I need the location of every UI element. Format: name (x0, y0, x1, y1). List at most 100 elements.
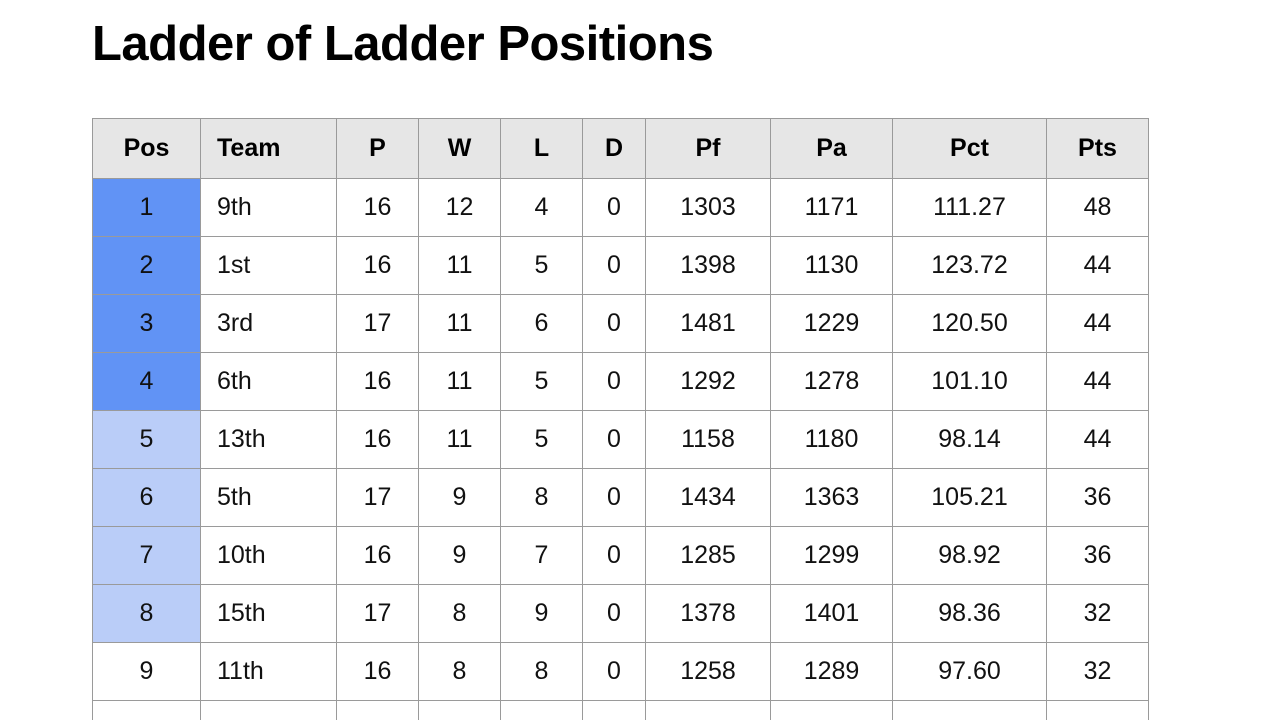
cell-l: 7 (500, 526, 583, 585)
cell-p: 16 (336, 236, 419, 295)
cell-w: 11 (418, 294, 501, 353)
cell-team: 9th (200, 178, 337, 237)
table-body: 1 9th 16 12 4 0 1303 1171 111.27 48 2 1st 16 11 5 0 1398… (92, 178, 1149, 720)
cell-d: 0 (582, 178, 646, 237)
cell-position: 1 (92, 178, 201, 237)
cell-d: 0 (582, 642, 646, 701)
cell-l: 4 (500, 178, 583, 237)
cell-w: 9 (418, 526, 501, 585)
cell-pts: 32 (1046, 584, 1149, 643)
cell-position: 6 (92, 468, 201, 527)
cell-team: 13th (200, 410, 337, 469)
cell-pf: 1481 (645, 294, 771, 353)
column-header-p[interactable]: P (336, 118, 419, 179)
cell-p: 17 (336, 468, 419, 527)
table-row[interactable]: 6 5th 17 9 8 0 1434 1363 105.21 36 (92, 468, 1149, 527)
cell-d (582, 700, 646, 720)
cell-pts: 32 (1046, 642, 1149, 701)
column-header-l[interactable]: L (500, 118, 583, 179)
cell-pf: 1285 (645, 526, 771, 585)
cell-d: 0 (582, 294, 646, 353)
table-row[interactable]: 8 15th 17 8 9 0 1378 1401 98.36 32 (92, 584, 1149, 643)
cell-l (500, 700, 583, 720)
cell-team: 11th (200, 642, 337, 701)
ladder-table-container: Pos Team P W L D Pf Pa Pct Pts 1 9th 16 12 4… (92, 118, 1149, 720)
cell-w (418, 700, 501, 720)
cell-pts: 36 (1046, 526, 1149, 585)
table-row[interactable]: 2 1st 16 11 5 0 1398 1130 123.72 44 (92, 236, 1149, 295)
cell-d: 0 (582, 236, 646, 295)
cell-l: 9 (500, 584, 583, 643)
cell-w: 9 (418, 468, 501, 527)
cell-pf: 1434 (645, 468, 771, 527)
page-root: Ladder of Ladder Positions Pos Team P W … (0, 0, 1279, 720)
table-row[interactable]: 7 10th 16 9 7 0 1285 1299 98.92 36 (92, 526, 1149, 585)
cell-w: 11 (418, 236, 501, 295)
cell-pa: 1289 (770, 642, 893, 701)
cell-pf: 1158 (645, 410, 771, 469)
table-row[interactable]: 4 6th 16 11 5 0 1292 1278 101.10 44 (92, 352, 1149, 411)
column-header-pf[interactable]: Pf (645, 118, 771, 179)
cell-pa: 1130 (770, 236, 893, 295)
cell-p (336, 700, 419, 720)
cell-pct: 97.60 (892, 642, 1047, 701)
cell-pct: 98.14 (892, 410, 1047, 469)
cell-d: 0 (582, 352, 646, 411)
cell-w: 12 (418, 178, 501, 237)
cell-w: 11 (418, 352, 501, 411)
table-row[interactable]: 9 11th 16 8 8 0 1258 1289 97.60 32 (92, 642, 1149, 701)
cell-position: 4 (92, 352, 201, 411)
cell-pa: 1401 (770, 584, 893, 643)
cell-position: 2 (92, 236, 201, 295)
cell-pa: 1171 (770, 178, 893, 237)
cell-p: 16 (336, 526, 419, 585)
page-title: Ladder of Ladder Positions (92, 17, 714, 71)
cell-pts: 36 (1046, 468, 1149, 527)
cell-team: 6th (200, 352, 337, 411)
cell-team: 15th (200, 584, 337, 643)
cell-pct: 105.21 (892, 468, 1047, 527)
cell-team: 3rd (200, 294, 337, 353)
cell-pa: 1180 (770, 410, 893, 469)
cell-team: 10th (200, 526, 337, 585)
cell-position: 7 (92, 526, 201, 585)
column-header-d[interactable]: D (582, 118, 646, 179)
cell-w: 11 (418, 410, 501, 469)
table-row[interactable]: 3 3rd 17 11 6 0 1481 1229 120.50 44 (92, 294, 1149, 353)
cell-pa (770, 700, 893, 720)
column-header-team[interactable]: Team (200, 118, 337, 179)
cell-l: 6 (500, 294, 583, 353)
cell-pf: 1258 (645, 642, 771, 701)
cell-d: 0 (582, 410, 646, 469)
cell-pct: 98.92 (892, 526, 1047, 585)
table-row[interactable]: 1 9th 16 12 4 0 1303 1171 111.27 48 (92, 178, 1149, 237)
cell-pct: 101.10 (892, 352, 1047, 411)
cell-pct: 98.36 (892, 584, 1047, 643)
column-header-pct[interactable]: Pct (892, 118, 1047, 179)
cell-pts (1046, 700, 1149, 720)
cell-p: 17 (336, 294, 419, 353)
table-row[interactable] (92, 700, 1149, 720)
table-header-row: Pos Team P W L D Pf Pa Pct Pts (92, 118, 1149, 179)
cell-p: 17 (336, 584, 419, 643)
table-row[interactable]: 5 13th 16 11 5 0 1158 1180 98.14 44 (92, 410, 1149, 469)
ladder-table: Pos Team P W L D Pf Pa Pct Pts 1 9th 16 12 4… (92, 118, 1149, 720)
cell-pf: 1378 (645, 584, 771, 643)
column-header-w[interactable]: W (418, 118, 501, 179)
cell-p: 16 (336, 178, 419, 237)
cell-pa: 1229 (770, 294, 893, 353)
cell-position: 5 (92, 410, 201, 469)
cell-pa: 1278 (770, 352, 893, 411)
cell-p: 16 (336, 352, 419, 411)
cell-p: 16 (336, 642, 419, 701)
cell-pa: 1363 (770, 468, 893, 527)
column-header-pa[interactable]: Pa (770, 118, 893, 179)
cell-p: 16 (336, 410, 419, 469)
cell-pf: 1292 (645, 352, 771, 411)
cell-l: 8 (500, 468, 583, 527)
column-header-pos[interactable]: Pos (92, 118, 201, 179)
column-header-pts[interactable]: Pts (1046, 118, 1149, 179)
cell-w: 8 (418, 642, 501, 701)
cell-team (200, 700, 337, 720)
cell-l: 8 (500, 642, 583, 701)
